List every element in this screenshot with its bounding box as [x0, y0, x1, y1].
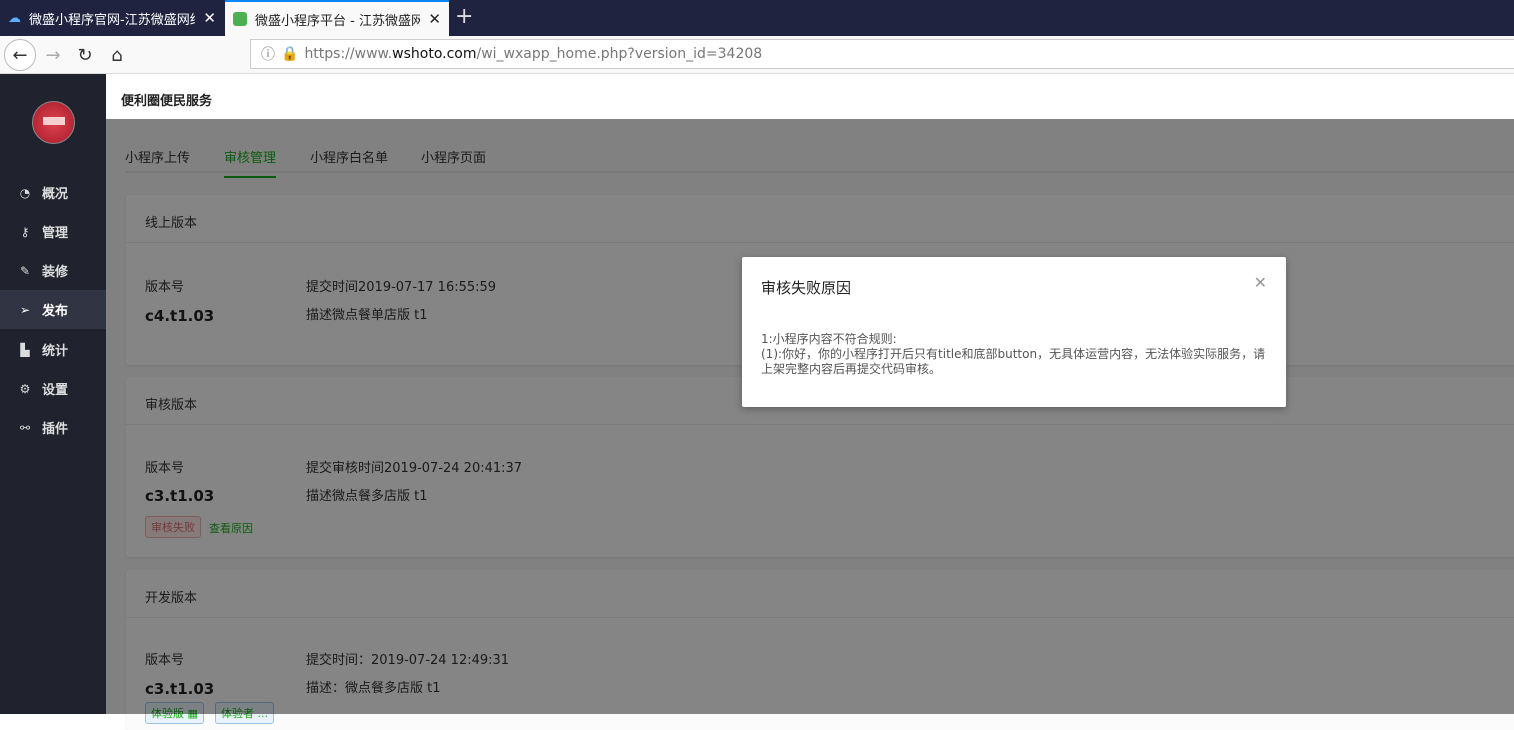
browser-tabbar: ☁ 微盛小程序官网-江苏微盛网络 ✕ 微盛小程序平台 - 江苏微盛网络 ✕ + — [0, 0, 1514, 36]
send-icon: ➢ — [19, 302, 31, 317]
sidebar-item-plugins[interactable]: ⚯ 插件 — [0, 408, 106, 447]
sidebar-label: 插件 — [42, 422, 69, 437]
sidebar: ◔ 概况 ⚷ 管理 ✎ 装修 ➢ 发布 ▙ 统计 ⚙ 设置 ⚯ 插件 — [0, 74, 106, 714]
page-title: 便利圈便民服务 — [106, 74, 1514, 119]
avatar — [32, 101, 75, 144]
sidebar-item-overview[interactable]: ◔ 概况 — [0, 173, 106, 212]
reload-button[interactable]: ↻ — [70, 40, 100, 70]
insecure-lock-icon: 🔒 — [281, 46, 299, 62]
key-icon: ⚷ — [20, 224, 30, 239]
sidebar-item-publish[interactable]: ➢ 发布 — [0, 290, 106, 329]
modal-title: 审核失败原因 — [761, 279, 852, 297]
reason-detail: (1):你好，你的小程序打开后只有title和底部button，无具体运营内容，… — [761, 347, 1266, 376]
close-icon[interactable]: ✕ — [1254, 273, 1267, 292]
sidebar-item-manage[interactable]: ⚷ 管理 — [0, 212, 106, 251]
sidebar-label: 设置 — [42, 383, 69, 398]
modal-backdrop[interactable] — [106, 119, 1514, 714]
browser-tab[interactable]: ☁ 微盛小程序官网-江苏微盛网络 ✕ — [0, 0, 224, 36]
browser-tab-active[interactable]: 微盛小程序平台 - 江苏微盛网络 ✕ — [225, 0, 449, 36]
forward-button[interactable]: → — [38, 40, 68, 70]
chart-icon: ▙ — [20, 342, 30, 357]
sidebar-item-stats[interactable]: ▙ 统计 — [0, 330, 106, 369]
sidebar-item-settings[interactable]: ⚙ 设置 — [0, 369, 106, 408]
wechat-icon — [233, 12, 247, 26]
close-tab-icon[interactable]: ✕ — [203, 9, 216, 27]
url-bar[interactable]: ⓘ 🔒 https://www.wshoto.com/wi_wxapp_home.p… — [250, 39, 1514, 69]
url-path: /wi_wxapp_home.php?version_id=34208 — [476, 46, 763, 62]
modal-body: 1:小程序内容不符合规则: (1):你好，你的小程序打开后只有title和底部b… — [761, 332, 1271, 377]
url-text: https://www.wshoto.com/wi_wxapp_home.php… — [304, 46, 762, 62]
sidebar-label: 管理 — [42, 226, 69, 241]
sidebar-item-decorate[interactable]: ✎ 装修 — [0, 251, 106, 290]
new-tab-button[interactable]: + — [455, 4, 473, 29]
cloud-icon: ☁ — [8, 10, 21, 26]
nav-bar: ← → ↻ ⌂ ⓘ 🔒 https://www.wshoto.com/wi_wxap… — [0, 36, 1514, 74]
sidebar-label: 装修 — [42, 265, 69, 280]
back-button[interactable]: ← — [4, 39, 36, 71]
url-prefix: https://www. — [304, 46, 393, 62]
link-icon: ⚯ — [19, 420, 31, 435]
sidebar-label: 发布 — [42, 304, 69, 319]
info-icon: ⓘ — [261, 47, 275, 63]
gear-icon: ⚙ — [19, 381, 31, 396]
reason-heading: 1:小程序内容不符合规则: — [761, 332, 897, 346]
url-domain: wshoto.com — [392, 46, 477, 62]
sidebar-label: 统计 — [42, 344, 69, 359]
close-tab-icon[interactable]: ✕ — [428, 10, 441, 28]
dashboard-icon: ◔ — [19, 185, 31, 200]
brush-icon: ✎ — [19, 263, 31, 278]
failure-reason-modal: 审核失败原因 ✕ 1:小程序内容不符合规则: (1):你好，你的小程序打开后只有… — [742, 257, 1286, 407]
sidebar-label: 概况 — [42, 187, 69, 202]
home-button[interactable]: ⌂ — [102, 40, 132, 70]
